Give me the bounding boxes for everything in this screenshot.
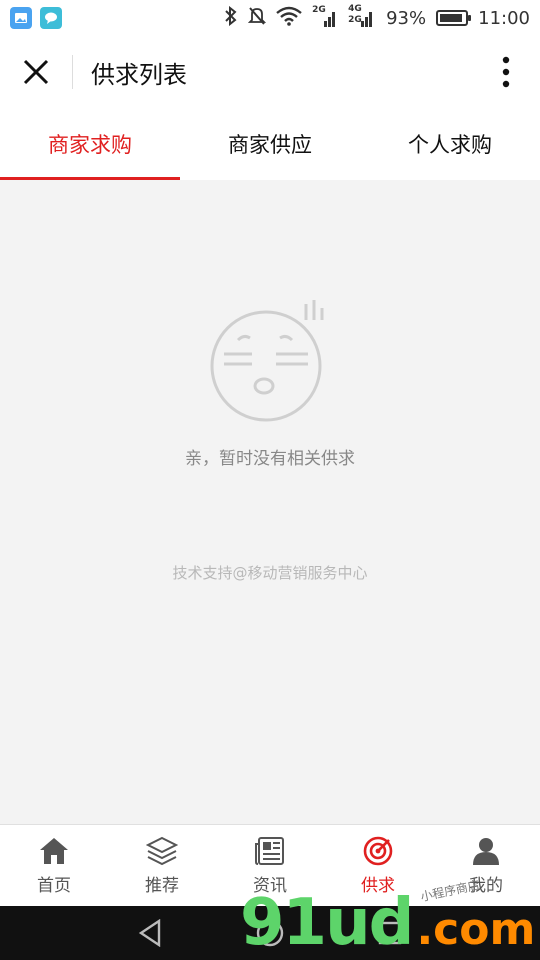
more-options-button[interactable] [492, 55, 520, 89]
page-header: 供求列表 [0, 36, 540, 108]
target-icon [363, 836, 393, 866]
battery-icon [436, 10, 472, 26]
category-tabs: 商家求购 商家供应 个人求购 [0, 108, 540, 180]
close-button[interactable] [0, 36, 72, 108]
tabbar-item-recommend[interactable]: 推荐 [108, 825, 216, 906]
list-content: 亲，暂时没有相关供求 技术支持@移动营销服务中心 [0, 180, 540, 824]
tabbar-label-news: 资讯 [253, 876, 287, 896]
user-icon [473, 838, 499, 865]
tabbar-item-news[interactable]: 资讯 [216, 825, 324, 906]
tech-support-text: 技术支持@移动营销服务中心 [172, 564, 368, 582]
recents-nav-button[interactable] [370, 913, 410, 953]
bottom-tab-bar: 首页 推荐 资讯 供求 我的 [0, 824, 540, 906]
header-divider [72, 55, 73, 89]
tabbar-item-mine[interactable]: 我的 [432, 825, 540, 906]
gallery-notification-icon [10, 7, 32, 29]
tabbar-item-home[interactable]: 首页 [0, 825, 108, 906]
wifi-icon [276, 6, 302, 31]
tab-merchant-purchase[interactable]: 商家求购 [0, 108, 180, 180]
back-nav-button[interactable] [130, 913, 170, 953]
close-icon [23, 59, 49, 85]
mute-icon [247, 6, 267, 31]
tabbar-label-supply-demand: 供求 [361, 876, 395, 896]
signal-4g-icon: 4G 2G [348, 4, 376, 29]
tabbar-label-recommend: 推荐 [145, 876, 179, 896]
system-indicators: 2G 4G 2G 93% 11:00 [224, 4, 530, 31]
bluetooth-icon [224, 5, 238, 31]
tabbar-label-mine: 我的 [469, 876, 503, 896]
battery-fill [440, 14, 463, 22]
empty-state-message: 亲，暂时没有相关供求 [185, 449, 355, 469]
signal-2g-icon: 2G [312, 5, 338, 29]
tabbar-label-home: 首页 [37, 876, 71, 896]
tab-personal-purchase[interactable]: 个人求购 [360, 108, 540, 180]
more-vertical-icon [502, 56, 510, 88]
message-notification-icon [40, 7, 62, 29]
news-icon [255, 837, 284, 865]
tabbar-item-supply-demand[interactable]: 供求 [324, 825, 432, 906]
empty-face-icon [210, 300, 324, 422]
home-circle-icon [256, 919, 284, 947]
tab-merchant-supply[interactable]: 商家供应 [180, 108, 360, 180]
home-icon [40, 838, 68, 864]
status-bar: 2G 4G 2G 93% 11:00 [0, 0, 540, 36]
battery-percent: 93% [386, 7, 427, 29]
clock: 11:00 [478, 7, 530, 29]
back-triangle-icon [138, 919, 161, 947]
page-title: 供求列表 [91, 60, 187, 89]
recents-square-icon [378, 921, 402, 945]
layers-icon [146, 836, 178, 866]
home-nav-button[interactable] [250, 913, 290, 953]
system-navigation-bar [0, 906, 540, 960]
notification-icons [10, 7, 62, 29]
